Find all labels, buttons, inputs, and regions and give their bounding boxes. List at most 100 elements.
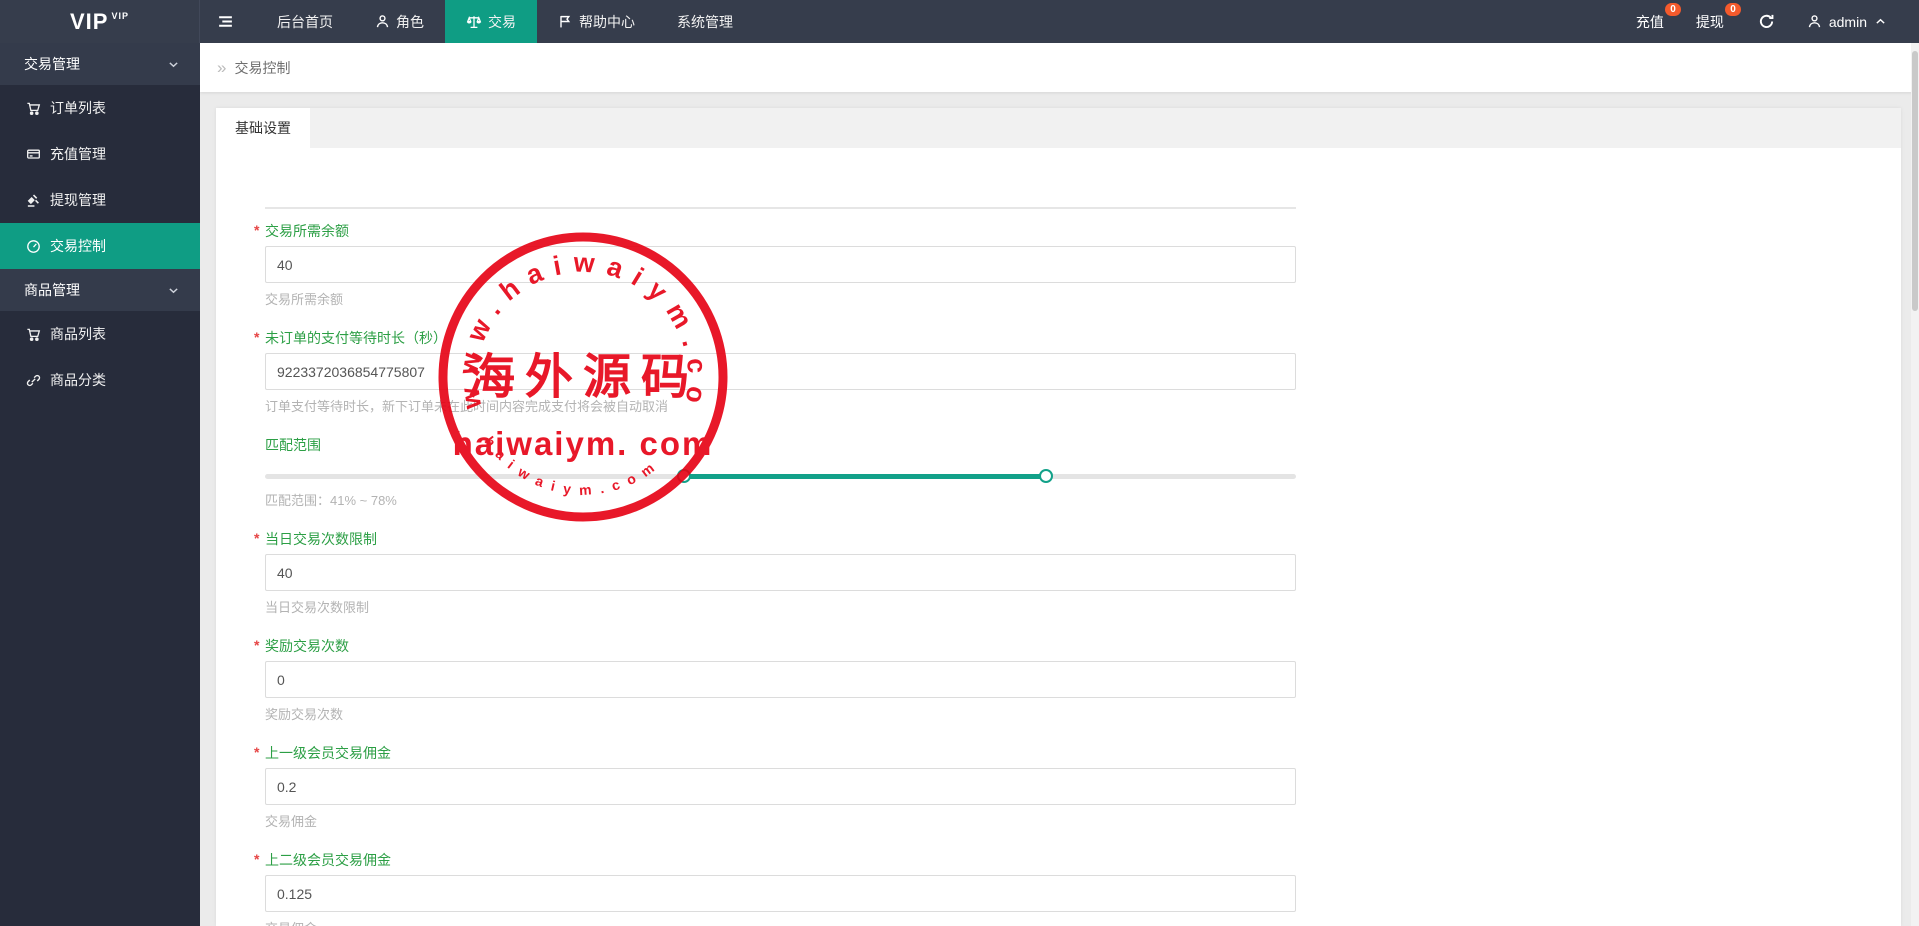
sidebar-item-withdraw-mgmt[interactable]: 提现管理 [0,177,200,223]
cart-icon [26,101,41,116]
slider-fill [684,474,1046,479]
field-label[interactable]: 上二级会员交易佣金 [265,852,391,869]
required-asterisk [254,744,259,761]
sidebar-item-label: 商品分类 [50,370,106,390]
settings-panel: 基础设置 交易所需余额 交易所需余额 未订单的支付等待时长（秒） 订单支付等待时… [216,108,1901,926]
field-label[interactable]: 交易所需余额 [265,223,349,240]
field-required-balance: 交易所需余额 交易所需余额 [265,223,1296,308]
logo-text: VIP [70,9,108,35]
sidebar-item-recharge-mgmt[interactable]: 充值管理 [0,131,200,177]
chevron-down-icon [167,58,180,71]
sidebar-item-trade-control[interactable]: 交易控制 [0,223,200,269]
chevron-down-icon [167,284,180,297]
sidebar-item-label: 商品列表 [50,324,106,344]
username: admin [1829,14,1867,30]
sidebar-group-label: 商品管理 [24,280,80,300]
required-asterisk [254,851,259,868]
sidebar-item-label: 订单列表 [50,98,106,118]
slider-handle-max[interactable] [1039,469,1053,483]
nav-item-trade[interactable]: 交易 [445,0,537,43]
match-range-slider [265,469,1296,484]
required-asterisk [254,222,259,239]
field-help: 奖励交易次数 [265,707,1296,723]
field-help: 交易所需余额 [265,292,1296,308]
required-asterisk [254,637,259,654]
field-level2-commission: 上二级会员交易佣金 交易佣金 [265,852,1296,926]
breadcrumb-chevrons-icon: » [217,58,226,78]
level2-commission-input[interactable] [265,875,1296,912]
nav-item-label: 帮助中心 [579,12,635,32]
field-reward-trade-count: 奖励交易次数 奖励交易次数 [265,638,1296,723]
sidebar-group-goods[interactable]: 商品管理 [0,269,200,311]
nav-item-home[interactable]: 后台首页 [256,0,354,43]
sidebar-item-goods-category[interactable]: 商品分类 [0,357,200,403]
sidebar-item-order-list[interactable]: 订单列表 [0,85,200,131]
main-menu: 后台首页 角色 交易 帮助中心 系统管理 [256,0,754,43]
tab-basic-settings[interactable]: 基础设置 [216,108,310,148]
person-icon [375,14,390,29]
reward-trade-count-input[interactable] [265,661,1296,698]
field-match-range: 匹配范围 匹配范围：41% ~ 78% [265,437,1296,509]
sidebar-group-label: 交易管理 [24,54,80,74]
withdraw-label: 提现 [1696,12,1724,32]
panel-body: 交易所需余额 交易所需余额 未订单的支付等待时长（秒） 订单支付等待时长，新下订… [216,148,1901,926]
required-asterisk [254,329,259,346]
scales-icon [466,14,482,30]
recharge-button[interactable]: 充值 0 [1620,0,1680,43]
sidebar-toggle-button[interactable] [200,0,250,43]
daily-trade-limit-input[interactable] [265,554,1296,591]
required-balance-input[interactable] [265,246,1296,283]
nav-item-label: 后台首页 [277,12,333,32]
page-scrollbar[interactable] [1911,43,1919,926]
sidebar: 交易管理 订单列表 充值管理 提现管理 交易控制 商品管理 [0,43,200,926]
tab-strip: 基础设置 [216,108,1901,148]
sidebar-item-label: 充值管理 [50,144,106,164]
nav-item-help[interactable]: 帮助中心 [537,0,656,43]
card-icon [26,147,41,162]
field-help: 订单支付等待时长，新下订单未在此时间内容完成支付将会被自动取消 [265,399,1296,415]
field-help: 匹配范围：41% ~ 78% [265,493,1296,509]
user-menu[interactable]: admin [1793,0,1901,43]
scrollbar-thumb[interactable] [1912,51,1918,311]
level1-commission-input[interactable] [265,768,1296,805]
field-label[interactable]: 当日交易次数限制 [265,531,377,548]
nav-item-system[interactable]: 系统管理 [656,0,754,43]
slider-handle-min[interactable] [677,469,691,483]
required-asterisk [254,530,259,547]
recharge-badge: 0 [1665,3,1681,16]
nav-item-label: 交易 [488,12,516,32]
field-label[interactable]: 奖励交易次数 [265,638,349,655]
hamburger-icon [217,13,234,30]
nav-item-roles[interactable]: 角色 [354,0,445,43]
field-label[interactable]: 上一级会员交易佣金 [265,745,391,762]
field-help: 交易佣金 [265,921,1296,926]
gauge-icon [26,239,41,254]
sidebar-item-goods-list[interactable]: 商品列表 [0,311,200,357]
app-logo[interactable]: VIPVIP [0,0,200,43]
withdraw-button[interactable]: 提现 0 [1680,0,1740,43]
pay-wait-time-input[interactable] [265,353,1296,390]
field-pay-wait-time: 未订单的支付等待时长（秒） 订单支付等待时长，新下订单未在此时间内容完成支付将会… [265,330,1296,415]
sidebar-item-label: 交易控制 [50,236,106,256]
field-help: 当日交易次数限制 [265,600,1296,616]
user-icon [1807,14,1822,29]
flag-icon [558,14,573,29]
chevron-up-icon [1874,15,1887,28]
sidebar-group-trade[interactable]: 交易管理 [0,43,200,85]
form-top-divider [265,207,1296,209]
recharge-label: 充值 [1636,12,1664,32]
field-label[interactable]: 未订单的支付等待时长（秒） [265,330,447,347]
field-daily-trade-limit: 当日交易次数限制 当日交易次数限制 [265,531,1296,616]
refresh-icon [1758,13,1775,30]
refresh-button[interactable] [1740,0,1793,43]
content-area: 基础设置 交易所需余额 交易所需余额 未订单的支付等待时长（秒） 订单支付等待时… [200,92,1919,926]
field-level1-commission: 上一级会员交易佣金 交易佣金 [265,745,1296,830]
breadcrumb-current: 交易控制 [234,58,290,78]
breadcrumb: » 交易控制 [200,43,1919,92]
cart-icon [26,327,41,342]
nav-item-label: 系统管理 [677,12,733,32]
nav-item-label: 角色 [396,12,424,32]
top-navbar: VIPVIP 后台首页 角色 交易 帮助中心 系统管理 [0,0,1919,43]
sidebar-item-label: 提现管理 [50,190,106,210]
match-range-label[interactable]: 匹配范围 [265,437,321,454]
